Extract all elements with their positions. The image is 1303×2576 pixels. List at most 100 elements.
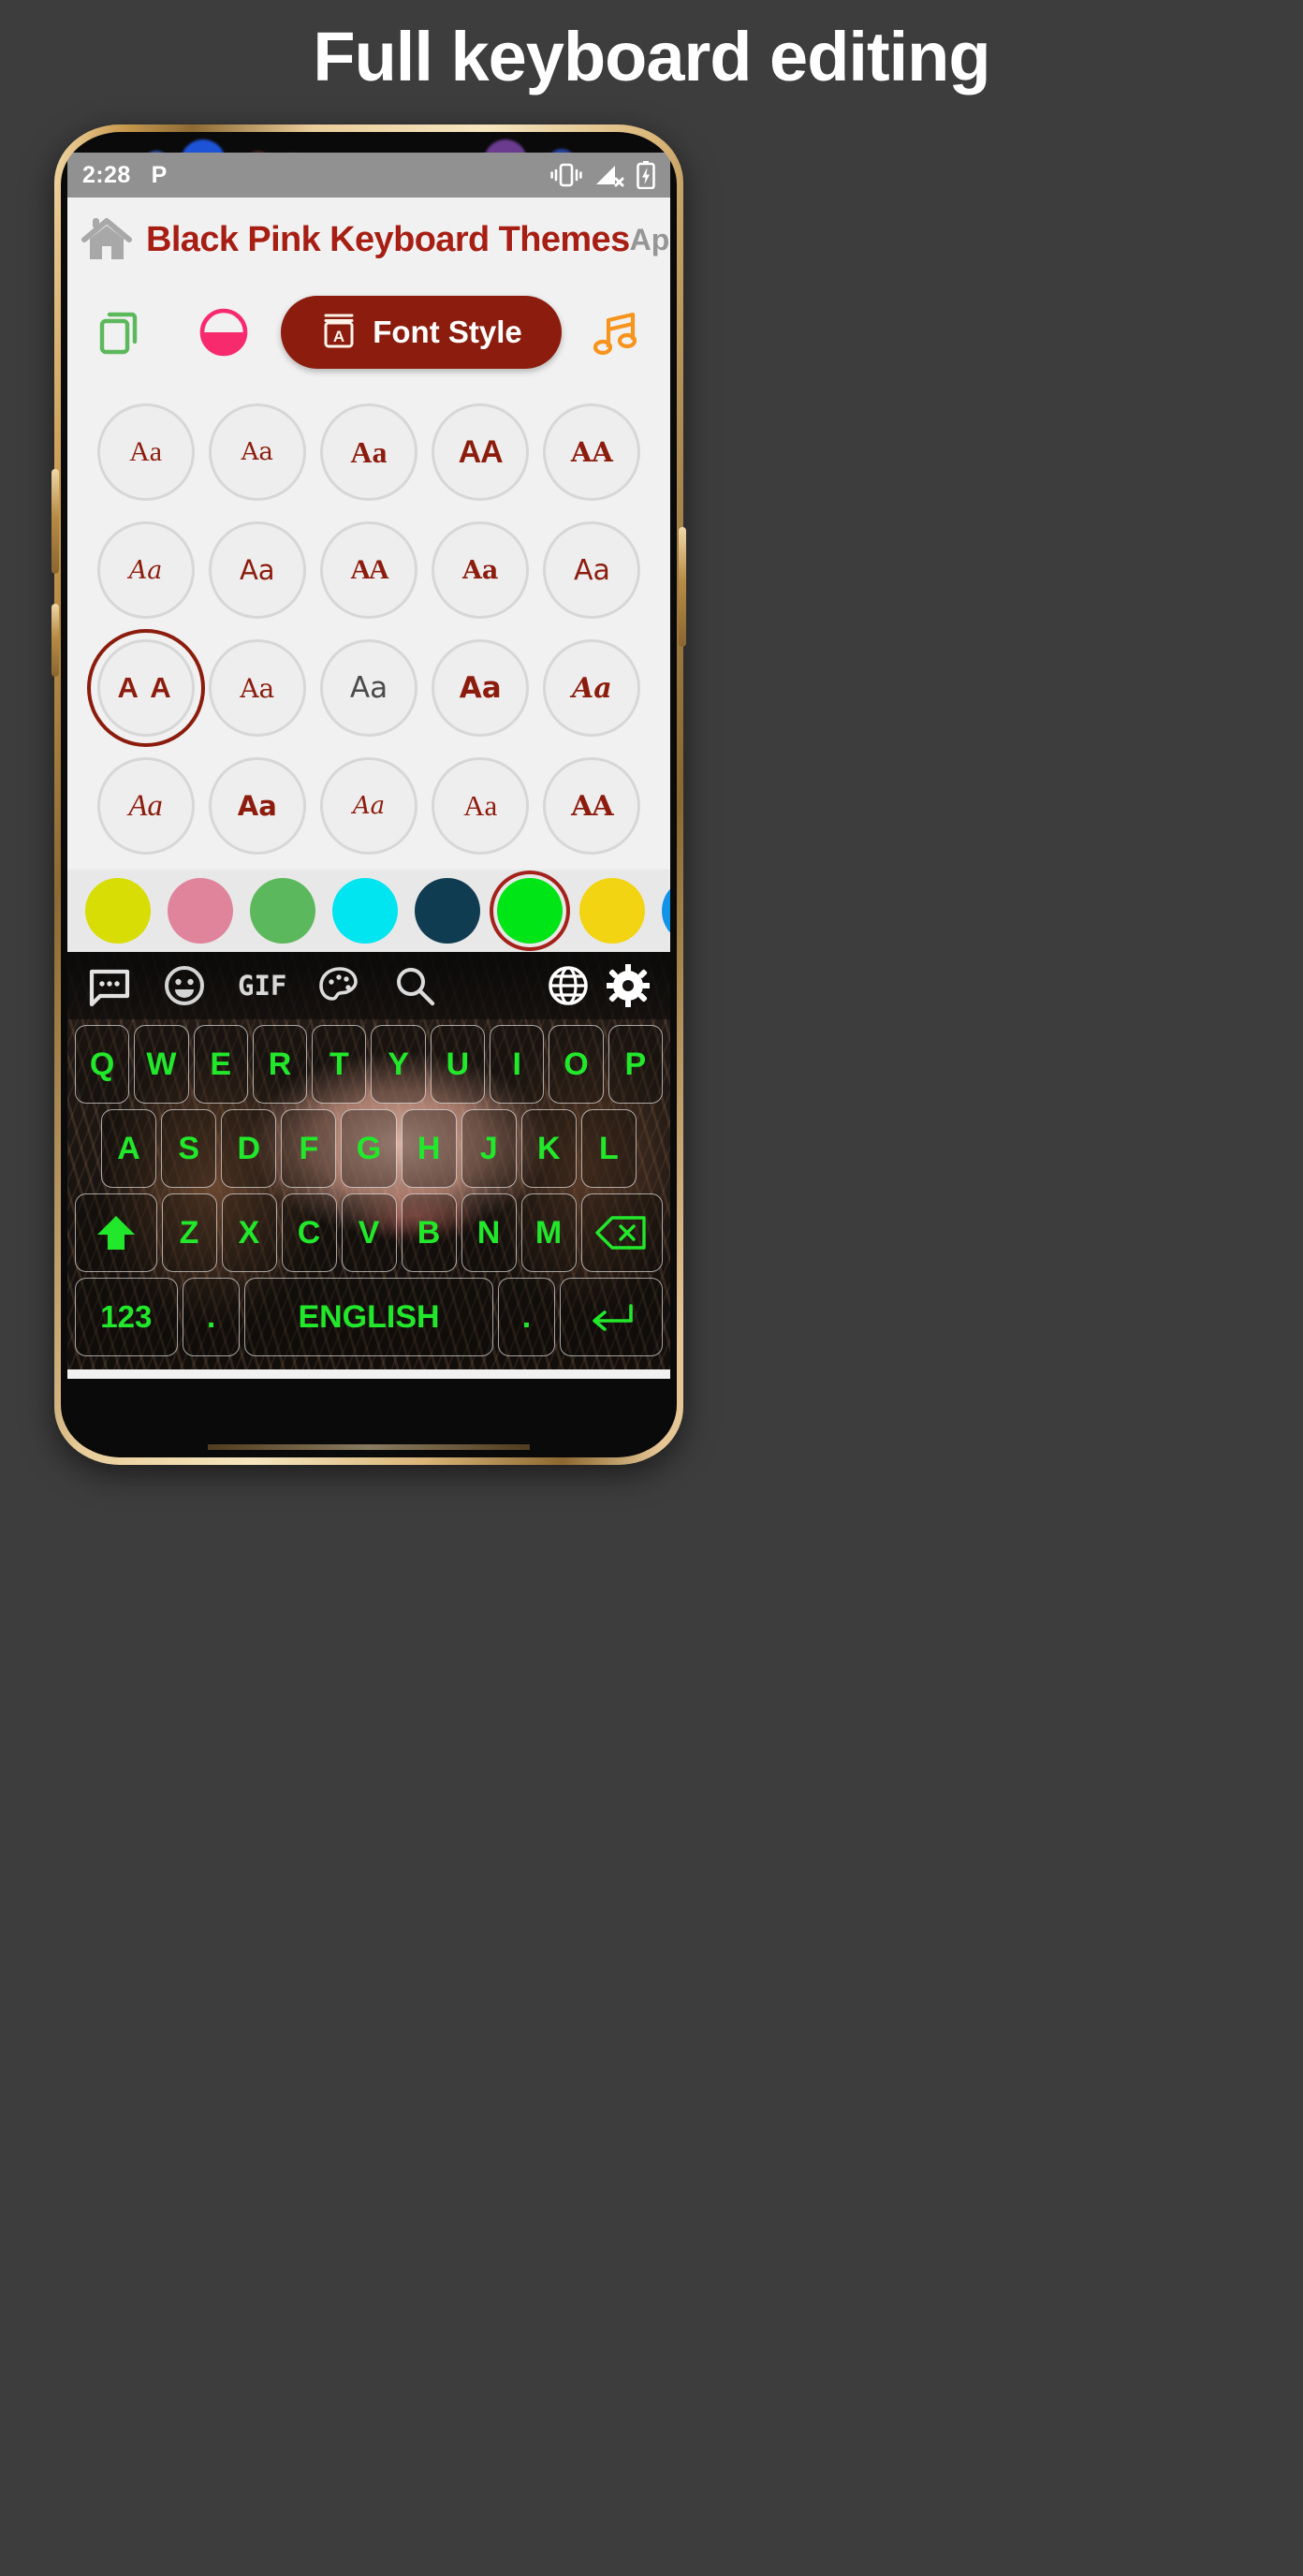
home-icon[interactable]: [81, 215, 133, 264]
gif-label[interactable]: GIF: [238, 970, 286, 1002]
font-option[interactable]: Aa: [543, 521, 641, 619]
key-b[interactable]: B: [401, 1193, 457, 1272]
key-m[interactable]: M: [520, 1193, 577, 1272]
key-period-right[interactable]: .: [497, 1278, 556, 1356]
font-option[interactable]: Aa: [208, 757, 306, 855]
music-note-icon[interactable]: [590, 304, 646, 360]
key-p[interactable]: P: [608, 1025, 663, 1104]
font-option[interactable]: Aa: [208, 403, 306, 501]
font-option[interactable]: Aa: [319, 757, 417, 855]
font-option[interactable]: Aa: [96, 521, 195, 619]
key-a[interactable]: A: [101, 1109, 157, 1188]
globe-icon[interactable]: [547, 964, 590, 1007]
key-u[interactable]: U: [430, 1025, 486, 1104]
palette-icon[interactable]: [318, 964, 361, 1007]
color-swatch[interactable]: [324, 878, 406, 944]
key-g[interactable]: G: [341, 1109, 397, 1188]
color-swatch[interactable]: [159, 878, 242, 944]
key-period-left[interactable]: .: [182, 1278, 241, 1356]
key-f[interactable]: F: [281, 1109, 337, 1188]
font-option[interactable]: Aa: [208, 521, 306, 619]
key-c[interactable]: C: [281, 1193, 337, 1272]
font-option[interactable]: AA: [319, 521, 417, 619]
color-swatch-fill: [85, 878, 151, 944]
gear-icon[interactable]: [606, 963, 651, 1008]
enter-icon[interactable]: [560, 1278, 663, 1356]
phone-side-button-volume-up: [51, 469, 59, 574]
font-option[interactable]: Aa: [319, 639, 417, 737]
color-swatch-fill: [662, 878, 670, 944]
font-option[interactable]: Aa: [432, 639, 530, 737]
battery-charging-icon: [637, 161, 655, 189]
key-i[interactable]: I: [490, 1025, 545, 1104]
font-sample: Aa: [459, 671, 502, 705]
font-option[interactable]: Aa: [96, 403, 195, 501]
apply-button[interactable]: Apply: [630, 223, 670, 257]
key-s[interactable]: S: [161, 1109, 217, 1188]
key-v[interactable]: V: [341, 1193, 397, 1272]
font-option[interactable]: Aa: [319, 403, 417, 501]
backspace-icon[interactable]: [580, 1193, 663, 1272]
color-swatch-selected[interactable]: [489, 878, 571, 944]
key-y[interactable]: Y: [371, 1025, 426, 1104]
font-sample: Aa: [240, 672, 275, 704]
key-q[interactable]: Q: [75, 1025, 130, 1104]
color-swatch-fill: [332, 878, 398, 944]
font-option-selected[interactable]: A A: [96, 639, 195, 737]
key-numeric[interactable]: 123: [75, 1278, 178, 1356]
font-option[interactable]: Aa: [432, 521, 530, 619]
font-sample: AA: [350, 554, 388, 585]
font-option[interactable]: Aa: [96, 757, 195, 855]
phone-mockup: 2:28 P Black Pink Keyboard Themes Ap A F…: [51, 124, 686, 1465]
font-sample: Aa: [239, 554, 275, 586]
key-l[interactable]: L: [580, 1109, 637, 1188]
key-z[interactable]: Z: [161, 1193, 217, 1272]
key-x[interactable]: X: [221, 1193, 277, 1272]
chat-bubble-icon[interactable]: [88, 964, 131, 1007]
color-swatch[interactable]: [242, 878, 324, 944]
font-option[interactable]: AA: [432, 403, 530, 501]
font-sample: AA: [570, 436, 613, 468]
font-option[interactable]: Aa: [432, 757, 530, 855]
svg-text:A: A: [333, 328, 344, 345]
color-swatch-fill: [497, 878, 563, 944]
smiley-icon[interactable]: [163, 964, 206, 1007]
key-o[interactable]: O: [549, 1025, 604, 1104]
page-title: Black Pink Keyboard Themes: [146, 219, 630, 259]
keyboard-row-1: Q W E R T Y U I O P: [71, 1025, 666, 1104]
color-swatch[interactable]: [653, 878, 670, 944]
color-swatch[interactable]: [406, 878, 489, 944]
font-sample: Aa: [128, 788, 163, 823]
search-icon[interactable]: [393, 964, 436, 1007]
font-sample: Aa: [352, 792, 386, 820]
shift-icon[interactable]: [75, 1193, 157, 1272]
keyboard-row-3: Z X C V B N M: [71, 1193, 666, 1272]
color-swatch-fill: [579, 878, 645, 944]
copy-theme-icon[interactable]: [92, 303, 150, 361]
key-k[interactable]: K: [520, 1109, 577, 1188]
key-j[interactable]: J: [461, 1109, 517, 1188]
font-option[interactable]: AA: [543, 403, 641, 501]
key-r[interactable]: R: [252, 1025, 308, 1104]
font-sample: Aa: [241, 438, 273, 466]
key-d[interactable]: D: [221, 1109, 277, 1188]
app-header: Black Pink Keyboard Themes Apply: [67, 198, 670, 282]
font-style-button[interactable]: A Font Style: [281, 296, 562, 369]
keyboard-row-2: A S D F G H J K L: [71, 1109, 666, 1188]
font-option[interactable]: Aa: [543, 639, 641, 737]
key-w[interactable]: W: [134, 1025, 189, 1104]
carrier-glyph: P: [151, 161, 168, 188]
font-option[interactable]: AA: [543, 757, 641, 855]
color-swatch[interactable]: [571, 878, 653, 944]
font-sample: AA: [571, 789, 614, 823]
half-circle-brightness-icon[interactable]: [195, 303, 253, 361]
key-e[interactable]: E: [193, 1025, 248, 1104]
key-h[interactable]: H: [401, 1109, 457, 1188]
status-clock: 2:28: [82, 161, 131, 188]
font-option[interactable]: Aa: [208, 639, 306, 737]
key-n[interactable]: N: [461, 1193, 517, 1272]
key-space-language[interactable]: ENGLISH: [244, 1278, 493, 1356]
key-t[interactable]: T: [312, 1025, 367, 1104]
color-swatch-strip[interactable]: [67, 870, 670, 952]
color-swatch[interactable]: [77, 878, 159, 944]
